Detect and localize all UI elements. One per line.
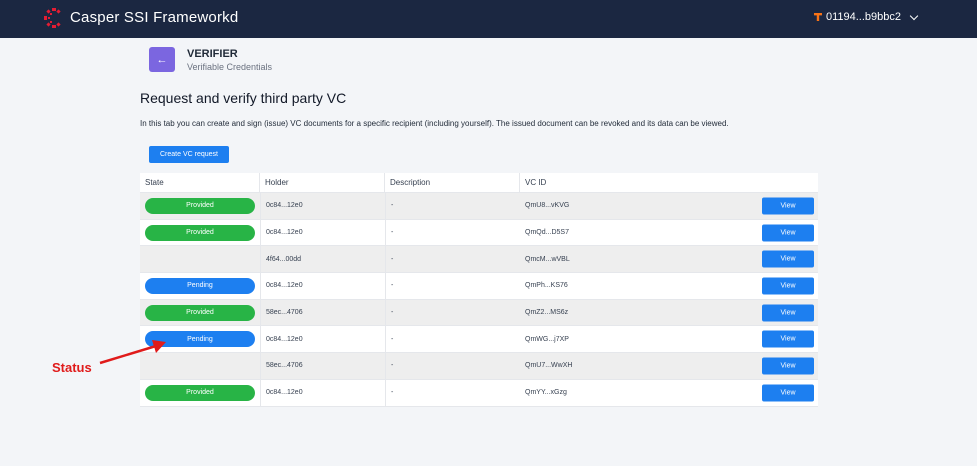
vc-id-cell: QmU7...WwXH [525,362,573,370]
table-row: Provided 58ec...4706 - QmZ2...MS6z View [140,299,818,327]
holder-cell: 4f64...00dd [260,246,385,273]
vc-id-cell: QmYY...xGzg [525,389,567,397]
vc-id-cell: QmWG...j7XP [525,335,569,343]
table-row: Pending 0c84...12e0 - QmPh...KS76 View [140,273,818,300]
vc-id-cell: QmQd...D5S7 [525,229,569,237]
status-badge: Pending [145,277,255,294]
account-menu[interactable]: 01194...b9bbc2 [813,11,919,23]
column-header-holder: Holder [260,173,385,192]
casper-logo-icon[interactable] [44,8,64,28]
view-button[interactable]: View [762,357,814,375]
description-cell: - [385,246,520,273]
status-badge: Provided [145,384,255,401]
role-subtitle: Verifiable Credentials [187,62,273,72]
main-content: ← VERIFIER Verifiable Credentials Reques… [0,38,977,466]
column-header-vc-id: VC ID [525,177,547,187]
vc-id-cell: QmZ2...MS6z [525,309,569,317]
vc-table: State Holder Description VC ID Provided … [140,173,818,407]
view-button[interactable]: View [762,384,814,402]
table-header: State Holder Description VC ID [140,173,818,193]
table-row: 58ec...4706 - QmU7...WwXH View [140,353,818,380]
account-icon [813,13,822,21]
view-button[interactable]: View [762,197,814,215]
intro-text: In this tab you can create and sign (iss… [140,119,729,128]
holder-cell: 0c84...12e0 [260,379,385,406]
holder-cell: 0c84...12e0 [260,273,385,299]
table-row: Provided 0c84...12e0 - QmYY...xGzg View [140,379,818,407]
view-button[interactable]: View [762,277,814,295]
holder-cell: 0c84...12e0 [260,326,385,353]
view-button[interactable]: View [762,250,814,268]
description-cell: - [385,219,520,246]
arrow-left-icon: ← [156,53,168,66]
top-navbar: Casper SSI Frameworkd 01194...b9bbc2 [0,0,977,38]
holder-cell: 58ec...4706 [260,299,385,326]
table-row: Provided 0c84...12e0 - QmQd...D5S7 View [140,219,818,247]
vc-id-cell: QmU8...vKVG [525,202,570,210]
view-button[interactable]: View [762,304,814,322]
chevron-down-icon [909,11,919,20]
status-badge: Provided [145,304,255,321]
description-cell: - [385,299,520,326]
holder-cell: 0c84...12e0 [260,219,385,246]
table-row: Pending 0c84...12e0 - QmWG...j7XP View [140,326,818,354]
description-cell: - [385,326,520,353]
status-cell-empty [140,246,260,272]
description-cell: - [385,273,520,299]
status-badge: Provided [145,197,255,214]
create-vc-request-button[interactable]: Create VC request [149,146,229,163]
app-title: Casper SSI Frameworkd [70,9,239,26]
holder-cell: 58ec...4706 [260,353,385,379]
description-cell: - [385,193,520,219]
table-row: Provided 0c84...12e0 - QmU8...vKVG View [140,193,818,220]
annotation-arrow-icon [99,340,166,365]
column-header-state: State [140,173,260,192]
account-address: 01194...b9bbc2 [825,11,901,23]
page-heading: Request and verify third party VC [140,90,347,106]
back-button[interactable]: ← [149,47,175,72]
description-cell: - [385,353,520,379]
status-annotation-label: Status [52,360,92,375]
vc-id-cell: QmcM...wVBL [525,255,570,263]
role-title: VERIFIER [187,48,238,60]
holder-cell: 0c84...12e0 [260,193,385,219]
status-badge: Provided [145,224,255,241]
view-button[interactable]: View [762,330,814,348]
view-button[interactable]: View [762,224,814,242]
table-row: 4f64...00dd - QmcM...wVBL View [140,246,818,274]
description-cell: - [385,379,520,406]
vc-id-cell: QmPh...KS76 [525,282,568,290]
column-header-description: Description [385,173,520,192]
